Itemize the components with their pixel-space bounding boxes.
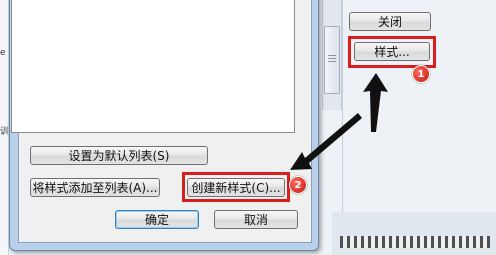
step-1-badge: 1 (412, 65, 430, 83)
arrow-up-icon (363, 73, 388, 132)
step-2-badge: 2 (289, 176, 307, 194)
callout-arrows (290, 73, 388, 170)
arrow-diagonal-icon (290, 113, 362, 170)
